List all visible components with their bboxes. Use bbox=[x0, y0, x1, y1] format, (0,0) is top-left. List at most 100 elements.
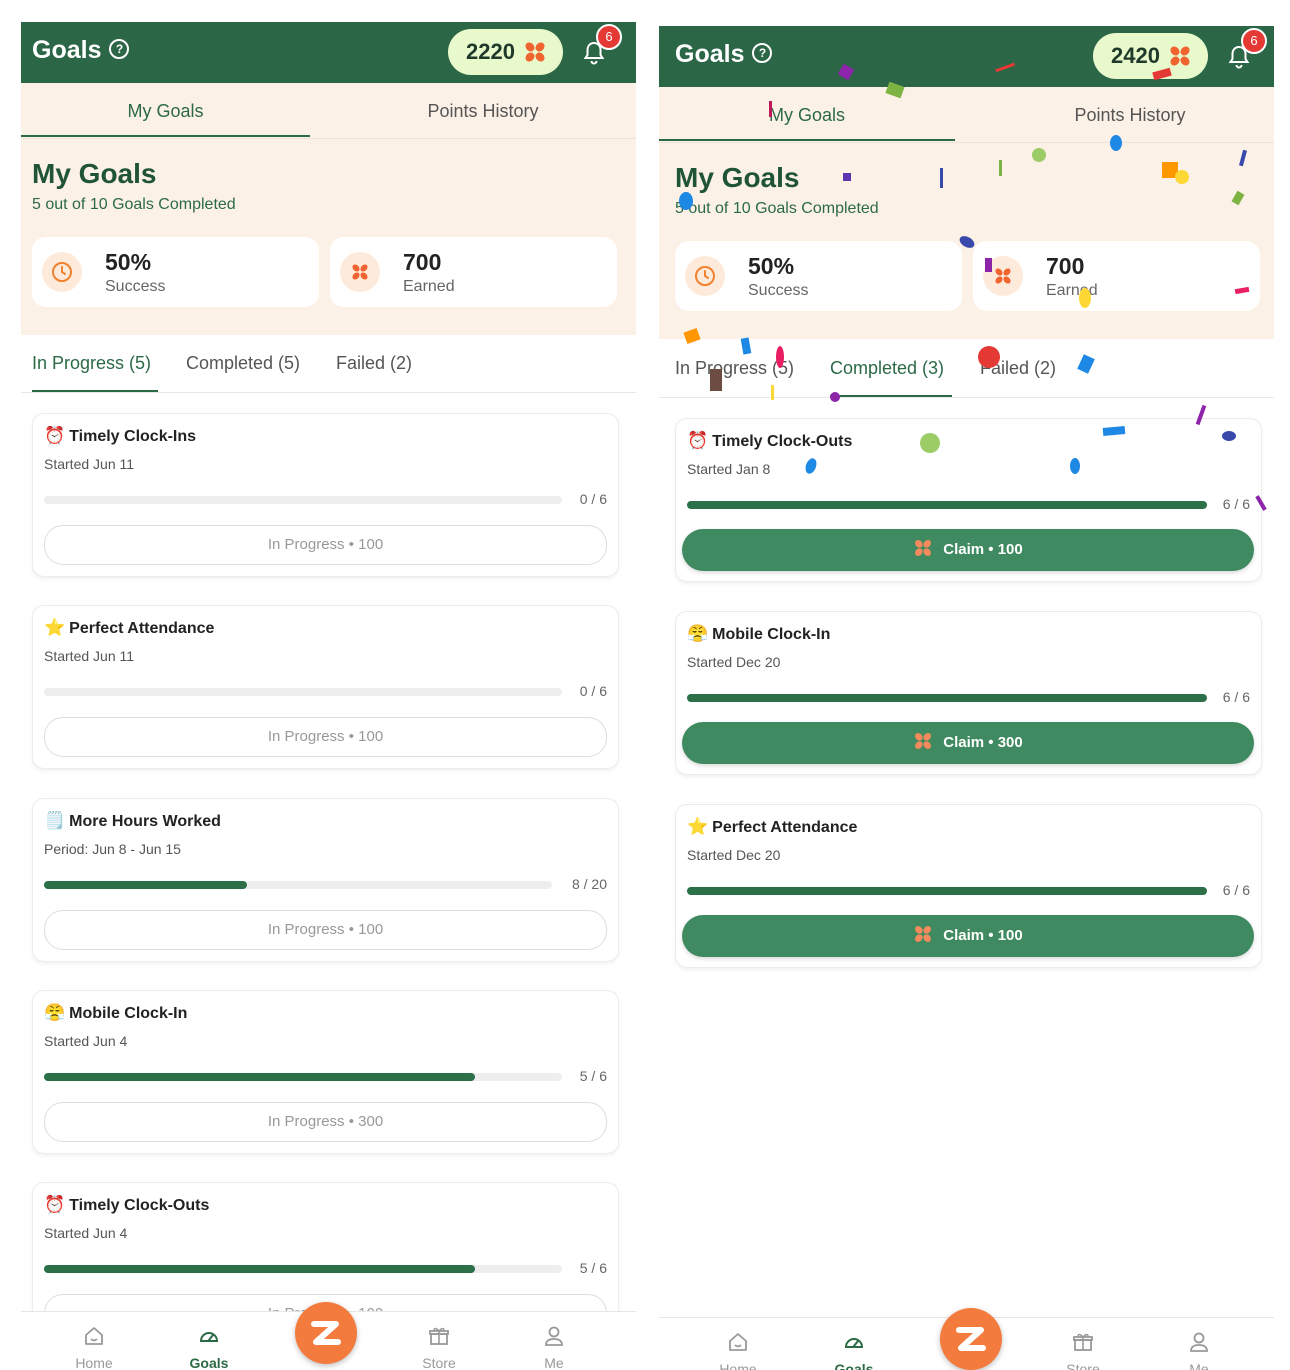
goal-start-date: Started Jun 11 bbox=[44, 456, 135, 472]
goal-title: ⭐ Perfect Attendance bbox=[687, 817, 857, 837]
goal-start-date: Started Jun 11 bbox=[44, 648, 135, 664]
progress-count: 6 / 6 bbox=[1222, 882, 1250, 898]
points-value: 2220 bbox=[466, 39, 515, 64]
goal-emoji-icon: ⭐ bbox=[687, 817, 709, 836]
goal-card: 😤 Mobile Clock-In Started Jun 4 5 / 6 In … bbox=[32, 990, 619, 1154]
goal-start-date: Started Jun 4 bbox=[44, 1225, 128, 1241]
person-icon bbox=[545, 1326, 563, 1346]
points-token-icon bbox=[525, 42, 545, 62]
goal-emoji-icon: ⏰ bbox=[44, 1195, 66, 1214]
nav-goals[interactable]: Goals bbox=[169, 1324, 249, 1370]
goal-emoji-icon: 🗒️ bbox=[44, 811, 66, 830]
tab-in-progress[interactable]: In Progress (5) bbox=[32, 353, 151, 374]
points-pill[interactable]: 2220 bbox=[448, 29, 563, 75]
points-token-icon bbox=[915, 733, 932, 749]
progress-bar bbox=[44, 1265, 562, 1273]
tab-completed[interactable]: Completed (5) bbox=[186, 353, 300, 374]
goal-emoji-icon: ⭐ bbox=[44, 618, 66, 637]
progress-fill bbox=[687, 887, 1207, 895]
right-screen: Goals? 2420 6 My Goals Points History My… bbox=[659, 0, 1274, 1370]
goal-emoji-icon: 😤 bbox=[44, 1003, 66, 1022]
app-header: Goals? 2220 6 bbox=[21, 22, 636, 83]
progress-bar bbox=[44, 1073, 562, 1081]
header-title: Goals? bbox=[32, 36, 130, 65]
progress-fill bbox=[44, 1073, 476, 1081]
claim-button-label: Claim • 100 bbox=[943, 927, 1023, 944]
tab-points-history[interactable]: Points History bbox=[330, 101, 636, 122]
progress-bar bbox=[687, 694, 1207, 702]
claim-button[interactable]: Claim • 300 bbox=[682, 722, 1254, 764]
goal-title: 😤 Mobile Clock-In bbox=[687, 624, 830, 644]
goal-title-text: More Hours Worked bbox=[69, 813, 221, 830]
goal-title: ⏰ Timely Clock-Ins bbox=[44, 426, 196, 446]
nav-home[interactable]: Home bbox=[698, 1330, 778, 1370]
nav-store[interactable]: Store bbox=[1043, 1330, 1123, 1370]
gift-icon bbox=[429, 1327, 449, 1345]
progress-count: 8 / 20 bbox=[571, 876, 607, 892]
nav-me[interactable]: Me bbox=[1159, 1330, 1239, 1370]
goal-title-text: Timely Clock-Outs bbox=[69, 1197, 210, 1214]
in-progress-button[interactable]: In Progress • 100 bbox=[44, 910, 607, 950]
goal-card: ⭐ Perfect Attendance Started Jun 11 0 / 6… bbox=[32, 605, 619, 769]
success-label: Success bbox=[105, 278, 166, 295]
notifications-button[interactable]: 6 bbox=[582, 24, 622, 71]
goal-title: 🗒️ More Hours Worked bbox=[44, 811, 221, 831]
goal-title-text: Perfect Attendance bbox=[712, 819, 858, 836]
goal-title: 😤 Mobile Clock-In bbox=[44, 1003, 187, 1023]
nav-goals-label: Goals bbox=[189, 1355, 229, 1370]
nav-store-label: Store bbox=[1066, 1361, 1100, 1370]
progress-count: 0 / 6 bbox=[579, 491, 607, 507]
points-token-icon bbox=[340, 252, 380, 292]
in-progress-button[interactable]: In Progress • 300 bbox=[44, 1102, 607, 1142]
goal-title-text: Perfect Attendance bbox=[69, 620, 215, 637]
nav-goals[interactable]: Goals bbox=[814, 1330, 894, 1370]
nav-home-label: Home bbox=[75, 1355, 113, 1370]
goal-title-text: Mobile Clock-In bbox=[69, 1005, 188, 1022]
claim-button-label: Claim • 300 bbox=[943, 734, 1023, 751]
in-progress-button[interactable]: In Progress • 100 bbox=[44, 717, 607, 757]
nav-goals-label: Goals bbox=[834, 1361, 874, 1370]
nav-me[interactable]: Me bbox=[514, 1324, 594, 1370]
goal-emoji-icon: 😤 bbox=[687, 624, 709, 643]
goals-summary-panel: My Goals Points History My Goals 5 out o… bbox=[21, 83, 636, 335]
nav-store-label: Store bbox=[422, 1355, 456, 1370]
claim-button[interactable]: Claim • 100 bbox=[682, 915, 1254, 957]
help-icon[interactable]: ? bbox=[109, 39, 130, 60]
brand-action-button[interactable] bbox=[295, 1302, 357, 1364]
goal-card: ⏰ Timely Clock-Ins Started Jun 11 0 / 6 I… bbox=[32, 413, 619, 577]
in-progress-button[interactable]: In Progress • 100 bbox=[44, 525, 607, 565]
goal-title-text: Mobile Clock-In bbox=[712, 626, 831, 643]
bottom-nav: Home Goals Store Me bbox=[659, 1308, 1274, 1370]
header-title-text: Goals bbox=[32, 36, 102, 64]
gauge-icon bbox=[199, 1332, 219, 1342]
notification-badge: 6 bbox=[596, 24, 622, 50]
brand-logo-icon bbox=[311, 1321, 341, 1345]
goal-title: ⭐ Perfect Attendance bbox=[44, 618, 214, 638]
nav-store[interactable]: Store bbox=[399, 1324, 479, 1370]
home-icon bbox=[85, 1327, 103, 1345]
brand-logo-icon bbox=[956, 1327, 986, 1351]
clock-icon bbox=[42, 252, 82, 292]
progress-bar bbox=[687, 887, 1207, 895]
success-value: 50% bbox=[105, 249, 152, 275]
goal-card: ⭐ Perfect Attendance Started Dec 20 6 / 6… bbox=[675, 804, 1262, 968]
progress-bar bbox=[44, 496, 562, 504]
tab-failed[interactable]: Failed (2) bbox=[336, 353, 412, 374]
brand-action-button[interactable] bbox=[940, 1308, 1002, 1370]
page-title: My Goals bbox=[32, 158, 157, 189]
nav-home-label: Home bbox=[719, 1361, 757, 1370]
gauge-icon bbox=[844, 1338, 864, 1348]
nav-me-label: Me bbox=[1189, 1361, 1209, 1370]
divider bbox=[21, 392, 636, 393]
progress-fill bbox=[44, 1265, 476, 1273]
goal-start-date: Started Dec 20 bbox=[687, 847, 781, 863]
progress-count: 6 / 6 bbox=[1222, 689, 1250, 705]
goal-period: Period: Jun 8 - Jun 15 bbox=[44, 841, 181, 857]
goal-title: ⏰ Timely Clock-Outs bbox=[44, 1195, 209, 1215]
nav-home[interactable]: Home bbox=[54, 1324, 134, 1370]
confetti-overlay bbox=[679, 62, 1267, 511]
goal-title-text: Timely Clock-Ins bbox=[69, 428, 197, 445]
goal-start-date: Started Jun 4 bbox=[44, 1033, 128, 1049]
tab-my-goals[interactable]: My Goals bbox=[21, 101, 310, 122]
earned-label: Earned bbox=[403, 278, 455, 295]
